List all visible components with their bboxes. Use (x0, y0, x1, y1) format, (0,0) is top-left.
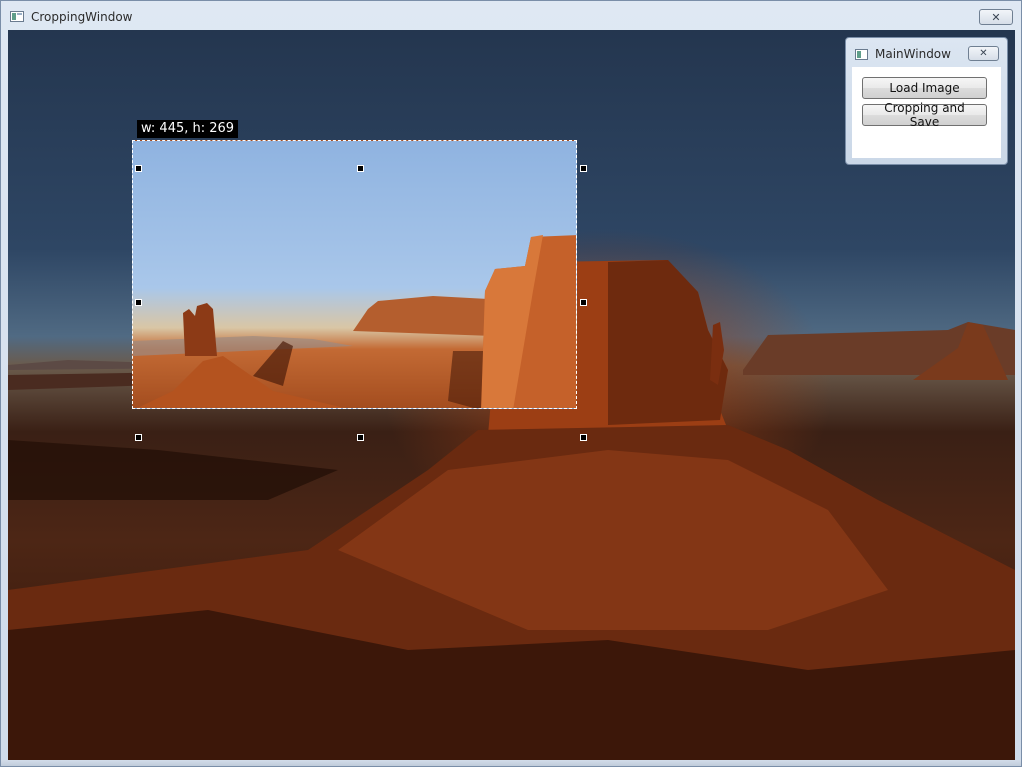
window-title: CroppingWindow (31, 10, 133, 24)
window-bottom-border (1, 760, 1021, 766)
resize-handle-middle-left[interactable] (135, 299, 142, 306)
resize-handle-top-center[interactable] (357, 165, 364, 172)
resize-handle-top-right[interactable] (580, 165, 587, 172)
main-window-close-button[interactable]: ✕ (968, 46, 999, 61)
resize-handle-bottom-right[interactable] (580, 434, 587, 441)
cropping-window-titlebar[interactable]: CroppingWindow ✕ (1, 1, 1021, 30)
load-image-button[interactable]: Load Image (862, 77, 987, 99)
main-window-icon (855, 49, 868, 60)
resize-handle-top-left[interactable] (135, 165, 142, 172)
crop-selection-rectangle[interactable] (132, 140, 577, 409)
resize-handle-bottom-center[interactable] (357, 434, 364, 441)
resize-handle-bottom-left[interactable] (135, 434, 142, 441)
close-icon: ✕ (979, 48, 988, 59)
app-window-icon (10, 11, 24, 22)
resize-handle-middle-right[interactable] (580, 299, 587, 306)
crop-and-save-button[interactable]: Cropping and Save (862, 101, 987, 129)
main-window-content: Load Image Cropping and Save (852, 67, 1001, 158)
main-window: MainWindow ✕ Load Image Cropping and Sav… (845, 37, 1008, 165)
close-icon: ✕ (991, 10, 1001, 24)
main-window-title: MainWindow (875, 47, 951, 61)
selection-size-label: w: 445, h: 269 (137, 120, 239, 138)
selection-image-preview (133, 235, 576, 408)
close-button[interactable]: ✕ (979, 9, 1013, 25)
